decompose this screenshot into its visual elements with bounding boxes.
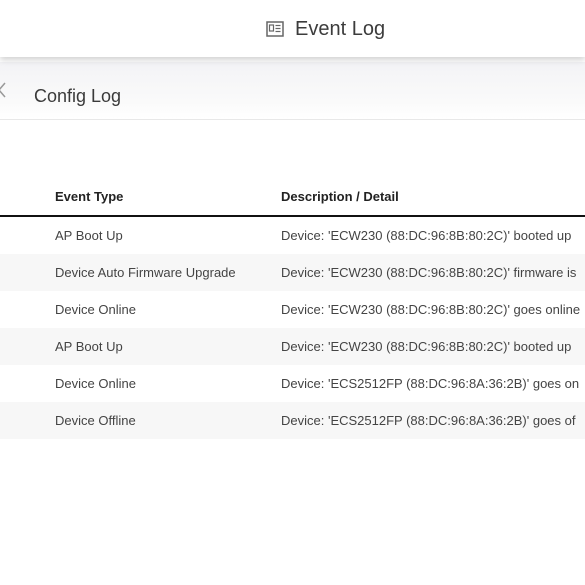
- cell-description: Device: 'ECW230 (88:DC:96:8B:80:2C)' goe…: [281, 302, 581, 317]
- top-header: Event Log: [0, 0, 585, 57]
- cell-description: Device: 'ECW230 (88:DC:96:8B:80:2C)' boo…: [281, 228, 572, 243]
- table-row[interactable]: Device Online Device: 'ECS2512FP (88:DC:…: [0, 365, 585, 402]
- chevron-left-icon[interactable]: [0, 81, 8, 99]
- column-header-description[interactable]: Description / Detail: [281, 189, 399, 204]
- cell-event-type: Device Online: [55, 302, 136, 317]
- table-row[interactable]: AP Boot Up Device: 'ECW230 (88:DC:96:8B:…: [0, 328, 585, 365]
- tab-config-log[interactable]: Config Log: [34, 86, 121, 107]
- cell-event-type: Device Auto Firmware Upgrade: [55, 265, 236, 280]
- cell-event-type: Device Online: [55, 376, 136, 391]
- cell-description: Device: 'ECS2512FP (88:DC:96:8A:36:2B)' …: [281, 376, 580, 391]
- event-table: Event Type Description / Detail AP Boot …: [0, 178, 585, 439]
- cell-description: Device: 'ECS2512FP (88:DC:96:8A:36:2B)' …: [281, 413, 576, 428]
- cell-event-type: AP Boot Up: [55, 339, 123, 354]
- page-title: Event Log: [295, 17, 386, 40]
- cell-event-type: AP Boot Up: [55, 228, 123, 243]
- table-row[interactable]: Device Online Device: 'ECW230 (88:DC:96:…: [0, 291, 585, 328]
- cell-description: Device: 'ECW230 (88:DC:96:8B:80:2C)' boo…: [281, 339, 572, 354]
- cell-description: Device: 'ECW230 (88:DC:96:8B:80:2C)' fir…: [281, 265, 577, 280]
- column-header-event-type[interactable]: Event Type: [55, 189, 123, 204]
- table-row[interactable]: Device Offline Device: 'ECS2512FP (88:DC…: [0, 402, 585, 439]
- table-row[interactable]: Device Auto Firmware Upgrade Device: 'EC…: [0, 254, 585, 291]
- event-log-icon: [266, 21, 284, 37]
- table-row[interactable]: AP Boot Up Device: 'ECW230 (88:DC:96:8B:…: [0, 217, 585, 254]
- table-header: Event Type Description / Detail: [0, 178, 585, 217]
- cell-event-type: Device Offline: [55, 413, 136, 428]
- header-title-group: Event Log: [266, 16, 385, 42]
